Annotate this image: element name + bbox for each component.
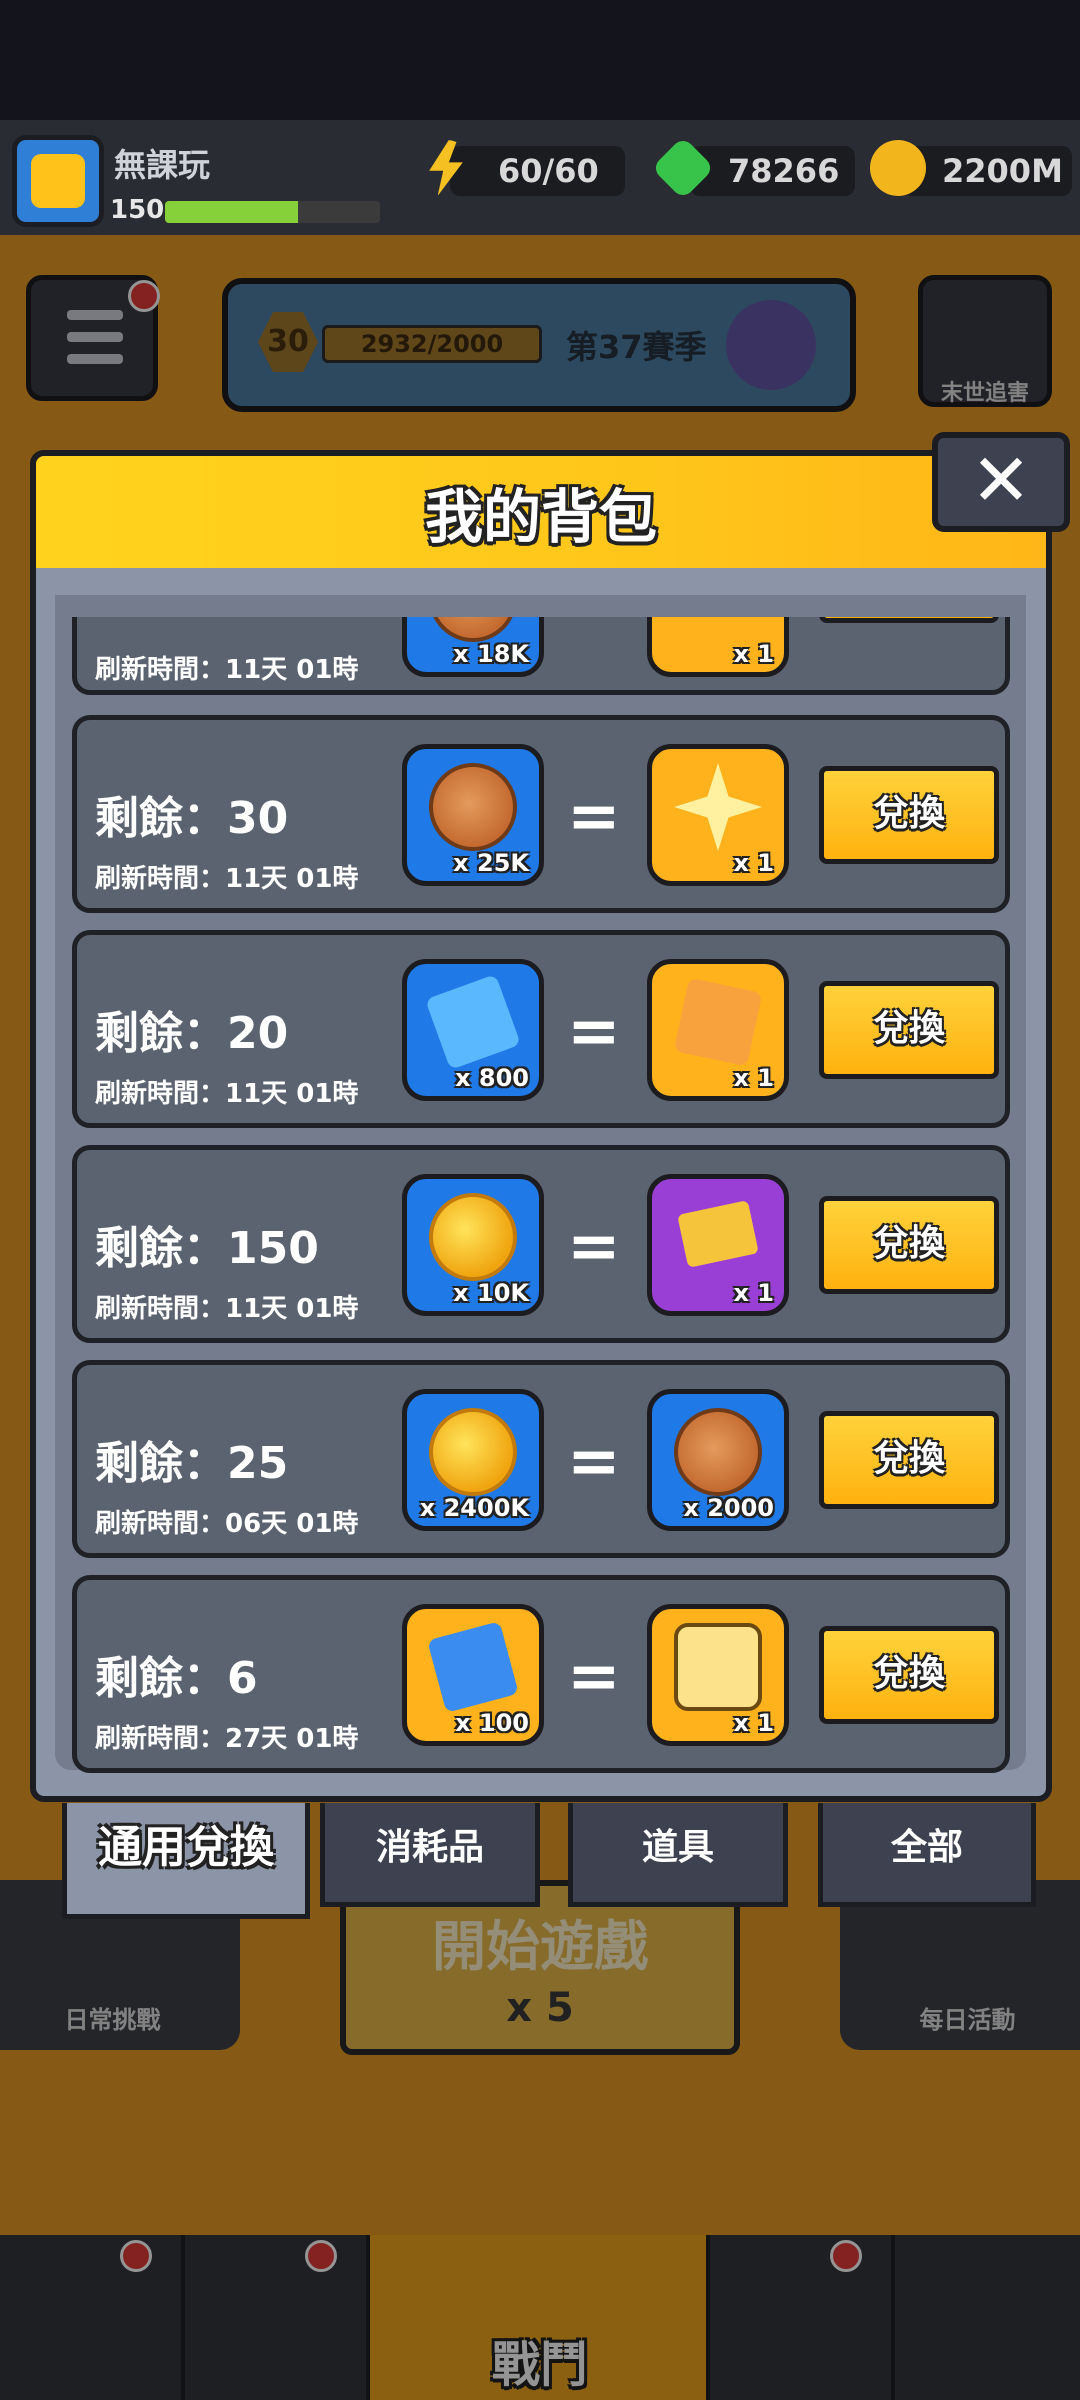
close-icon: ✕ [970, 438, 1032, 522]
redeem-button[interactable]: 兌換 [819, 766, 999, 864]
tab-general-exchange[interactable]: 通用兌換 [62, 1803, 310, 1919]
gold-coin-icon: x 10K [402, 1174, 544, 1316]
redeem-button[interactable]: 兌換 [819, 1196, 999, 1294]
row-refresh-time: 刷新時間：11天 01時 [95, 1079, 359, 1109]
treasure-chest-icon: x 1 [647, 1604, 789, 1746]
equals-sign: = [567, 1210, 621, 1284]
avatar[interactable] [12, 135, 104, 227]
player-level: 150 [110, 195, 165, 225]
row-refresh-time: 刷新時間：11天 01時 [95, 655, 359, 685]
row-refresh-time: 刷新時間：11天 01時 [95, 1294, 359, 1324]
row-refresh-time: 刷新時間：11天 01時 [95, 864, 359, 894]
puzzle-piece-icon: x 800 [402, 959, 544, 1101]
exchange-row: 剩餘：25 刷新時間：06天 01時 x 2400K = x 2000 兌換 [72, 1360, 1010, 1558]
gold-coin-icon: x 2400K [402, 1389, 544, 1531]
redeem-button[interactable]: 兌換 [819, 1626, 999, 1724]
row-remaining: 剩餘：25 [95, 1438, 289, 1489]
gold-coin-icon [870, 140, 926, 196]
status-bar [0, 0, 1080, 120]
exchange-row: 剩餘：30 刷新時間：11天 01時 x 25K = x 1 兌換 [72, 715, 1010, 913]
row-remaining: 剩餘：30 [95, 793, 289, 844]
gem-value: 78266 [728, 152, 840, 190]
cookie-icon: x 25K [402, 744, 544, 886]
row-remaining: 剩餘：20 [95, 1008, 289, 1059]
row-refresh-time: 刷新時間：27天 01時 [95, 1724, 359, 1754]
row-remaining: 剩餘：6 [95, 1653, 258, 1704]
tab-all[interactable]: 全部 [818, 1803, 1036, 1907]
sp-puzzle-icon: x 100 [402, 1604, 544, 1746]
coin-value: 2200M [942, 152, 1063, 190]
star-shard-icon: x 1 [647, 744, 789, 886]
s-hero-puzzle-icon: x 1 [647, 959, 789, 1101]
redeem-button[interactable]: 兌換 [819, 1411, 999, 1509]
cookie-icon: x 2000 [647, 1389, 789, 1531]
equals-sign: = [567, 1425, 621, 1499]
equals-sign: = [567, 995, 621, 1069]
equals-sign: = [567, 1640, 621, 1714]
tab-items[interactable]: 道具 [568, 1803, 788, 1907]
exchange-row: 剩餘：20 刷新時間：11天 01時 x 800 = x 1 兌換 [72, 930, 1010, 1128]
close-button[interactable]: ✕ [932, 432, 1070, 532]
tab-consumables[interactable]: 消耗品 [320, 1803, 540, 1907]
modal-title: 我的背包 [424, 483, 657, 551]
equals-sign: = [567, 780, 621, 854]
username: 無課玩 [114, 146, 211, 184]
energy-value: 60/60 [498, 152, 599, 190]
exchange-row: 剩餘：6 刷新時間：27天 01時 x 100 = x 1 兌換 [72, 1575, 1010, 1773]
row-refresh-time: 刷新時間：06天 01時 [95, 1509, 359, 1539]
exchange-row: 剩餘：150 刷新時間：11天 01時 x 10K = x 1 兌換 [72, 1145, 1010, 1343]
exp-bar-fill [165, 201, 299, 223]
row-remaining: 剩餘：150 [95, 1223, 319, 1274]
exp-bar [165, 201, 380, 223]
avatar-emblem-icon [31, 154, 85, 208]
purple-ticket-icon: x 1 [647, 1174, 789, 1316]
redeem-button[interactable]: 兌換 [819, 981, 999, 1079]
